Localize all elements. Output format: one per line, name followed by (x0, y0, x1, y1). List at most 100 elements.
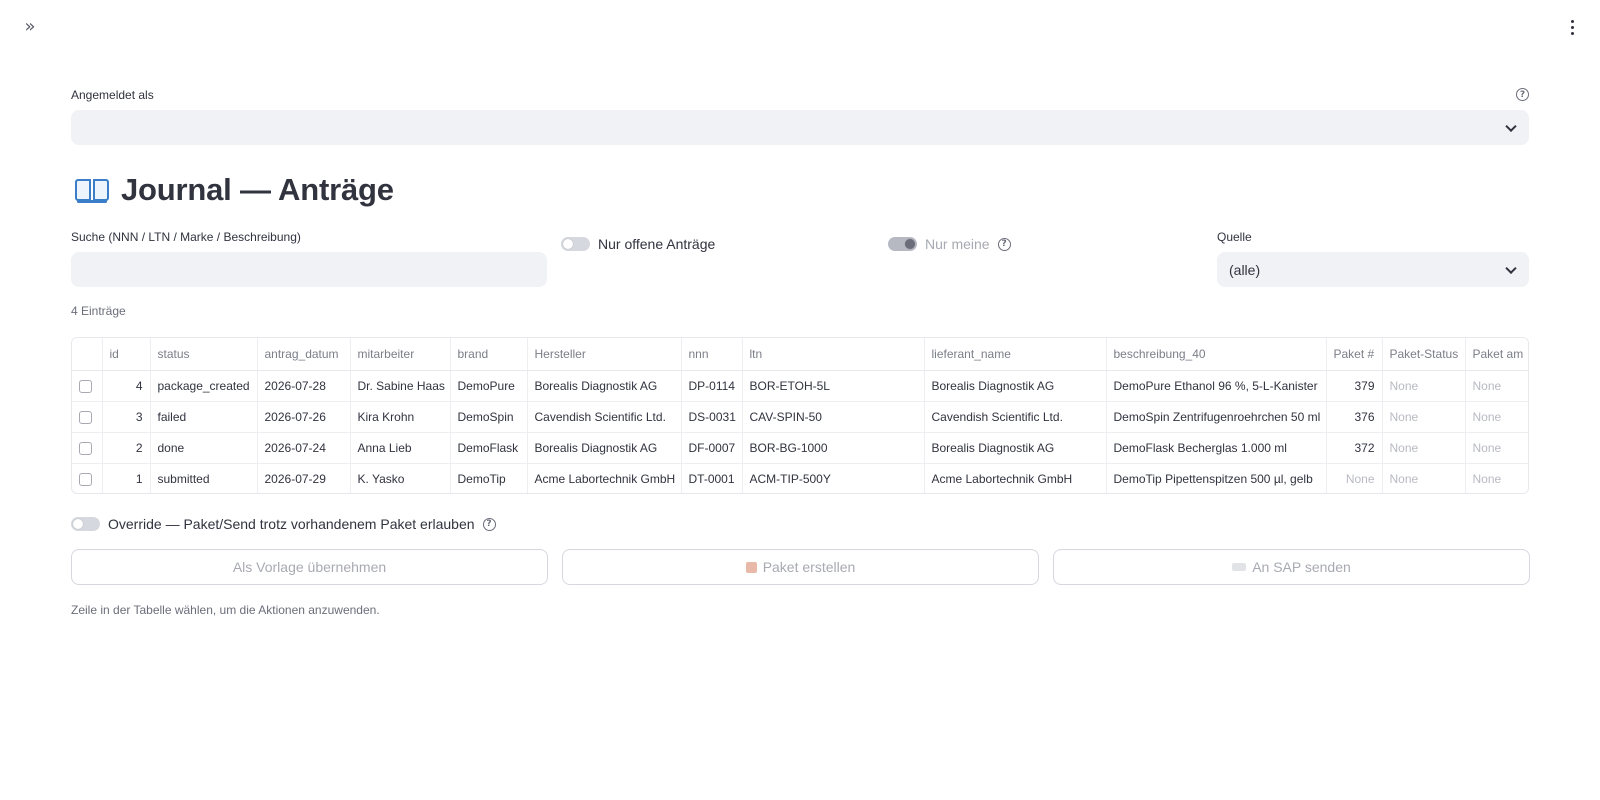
only-open-toggle[interactable] (561, 237, 590, 251)
send-to-sap-label: An SAP senden (1252, 559, 1351, 575)
table-header-row: id status antrag_datum mitarbeiter brand… (72, 338, 1528, 371)
cell-employee: K. Yasko (350, 463, 451, 493)
cell-date: 2026-07-26 (257, 401, 351, 433)
cell-package-date: None (1472, 471, 1502, 486)
column-header[interactable]: Paket-Status (1382, 338, 1466, 371)
column-header[interactable]: mitarbeiter (350, 338, 451, 371)
cell-id: 2 (102, 432, 151, 464)
cell-manufacturer: Cavendish Scientific Ltd. (527, 401, 682, 433)
table-row[interactable]: 3 failed 2026-07-26 Kira Krohn DemoSpin … (72, 401, 1528, 433)
source-label: Quelle (1217, 230, 1252, 244)
cell-package-date: None (1465, 401, 1528, 433)
cell-description: DemoSpin Zentrifugenroehrchen 50 ml (1106, 401, 1327, 433)
create-package-button[interactable]: Paket erstellen (562, 549, 1039, 585)
column-header[interactable]: brand (450, 338, 528, 371)
login-label: Angemeldet als (71, 88, 154, 102)
column-header[interactable]: beschreibung_40 (1106, 338, 1327, 371)
cell-supplier: Borealis Diagnostik AG (924, 370, 1107, 402)
column-header[interactable]: status (150, 338, 258, 371)
override-toggle[interactable] (71, 517, 100, 531)
main-menu-button[interactable] (1562, 14, 1582, 40)
open-book-icon (75, 177, 109, 203)
cell-manufacturer: Borealis Diagnostik AG (527, 370, 682, 402)
cell-nnn: DP-0114 (681, 370, 743, 402)
cell-package-status: None (1382, 370, 1466, 402)
cell-ltn: CAV-SPIN-50 (742, 401, 925, 433)
cell-package-status: None (1382, 401, 1466, 433)
use-as-template-button[interactable]: Als Vorlage übernehmen (71, 549, 548, 585)
column-header[interactable]: lieferant_name (924, 338, 1107, 371)
cell-id: 1 (102, 463, 151, 493)
search-input[interactable] (71, 252, 547, 287)
table-row[interactable]: 1 submitted 2026-07-29 K. Yasko DemoTip … (72, 463, 1528, 493)
row-checkbox[interactable] (79, 472, 92, 486)
cell-nnn: DT-0001 (681, 463, 743, 493)
column-header[interactable]: id (102, 338, 151, 371)
page-title: Journal — Anträge (75, 172, 394, 208)
entry-count: 4 Einträge (71, 304, 126, 318)
column-header[interactable]: nnn (681, 338, 743, 371)
cell-package-status: None (1382, 432, 1466, 464)
search-label: Suche (NNN / LTN / Marke / Beschreibung) (71, 230, 301, 244)
cell-nnn: DF-0007 (681, 432, 743, 464)
cell-supplier: Borealis Diagnostik AG (924, 432, 1107, 464)
row-checkbox[interactable] (79, 410, 92, 424)
cell-employee: Kira Krohn (350, 401, 451, 433)
table-row[interactable]: 4 package_created 2026-07-28 Dr. Sabine … (72, 370, 1528, 402)
help-icon[interactable]: ? (1516, 88, 1529, 101)
cell-package-number: 379 (1326, 370, 1383, 402)
row-checkbox[interactable] (79, 441, 92, 455)
cell-ltn: BOR-BG-1000 (742, 432, 925, 464)
only-mine-toggle[interactable] (888, 237, 917, 251)
help-icon[interactable]: ? (482, 517, 496, 531)
override-toggle-row[interactable]: Override — Paket/Send trotz vorhandenem … (71, 516, 496, 532)
requests-table: id status antrag_datum mitarbeiter brand… (71, 337, 1529, 494)
cell-manufacturer: Borealis Diagnostik AG (527, 432, 682, 464)
chevron-down-icon (1505, 120, 1517, 132)
cell-brand: DemoTip (450, 463, 528, 493)
cell-status: submitted (150, 463, 258, 493)
package-icon (745, 561, 757, 573)
only-open-label: Nur offene Anträge (598, 236, 716, 252)
column-header[interactable]: Hersteller (527, 338, 682, 371)
source-select-value: (alle) (1229, 261, 1261, 278)
action-hint: Zeile in der Tabelle wählen, um die Akti… (71, 603, 380, 617)
column-header[interactable]: ltn (742, 338, 925, 371)
cell-date: 2026-07-24 (257, 432, 351, 464)
only-mine-toggle-row[interactable]: Nur meine ? (888, 236, 1011, 252)
chevron-down-icon (1505, 262, 1517, 274)
cell-status: failed (150, 401, 258, 433)
only-open-toggle-row[interactable]: Nur offene Anträge (561, 236, 715, 252)
cell-manufacturer: Acme Labortechnik GmbH (527, 463, 682, 493)
cell-status: package_created (150, 370, 258, 402)
laptop-icon (1232, 563, 1247, 571)
table-row[interactable]: 2 done 2026-07-24 Anna Lieb DemoFlask Bo… (72, 432, 1528, 464)
cell-package-number: 376 (1326, 401, 1383, 433)
cell-ltn: ACM-TIP-500Y (742, 463, 925, 493)
create-package-label: Paket erstellen (762, 559, 856, 575)
login-select[interactable] (71, 110, 1529, 145)
override-label: Override — Paket/Send trotz vorhandenem … (108, 516, 475, 532)
page-title-text: Journal — Anträge (121, 172, 394, 207)
cell-package-number: 372 (1326, 432, 1383, 464)
select-all-header[interactable] (72, 338, 103, 371)
only-mine-label: Nur meine (925, 236, 990, 252)
cell-date: 2026-07-28 (257, 370, 351, 402)
cell-brand: DemoSpin (450, 401, 528, 433)
column-header[interactable]: Paket am (1465, 338, 1528, 371)
expand-sidebar-button[interactable]: » (18, 16, 42, 40)
source-select[interactable]: (alle) (1217, 252, 1529, 287)
cell-brand: DemoFlask (450, 432, 528, 464)
send-to-sap-button[interactable]: An SAP senden (1053, 549, 1530, 585)
column-header[interactable]: antrag_datum (257, 338, 351, 371)
cell-date: 2026-07-29 (257, 463, 351, 493)
cell-nnn: DS-0031 (681, 401, 743, 433)
cell-status: done (150, 432, 258, 464)
column-header[interactable]: Paket # (1326, 338, 1383, 371)
use-as-template-label: Als Vorlage übernehmen (232, 559, 387, 575)
vertical-dots-icon (1570, 19, 1574, 23)
help-icon[interactable]: ? (997, 237, 1011, 251)
cell-package-date: None (1465, 370, 1528, 402)
cell-description: DemoPure Ethanol 96 %, 5-L-Kanister (1106, 370, 1327, 402)
row-checkbox[interactable] (79, 379, 92, 393)
